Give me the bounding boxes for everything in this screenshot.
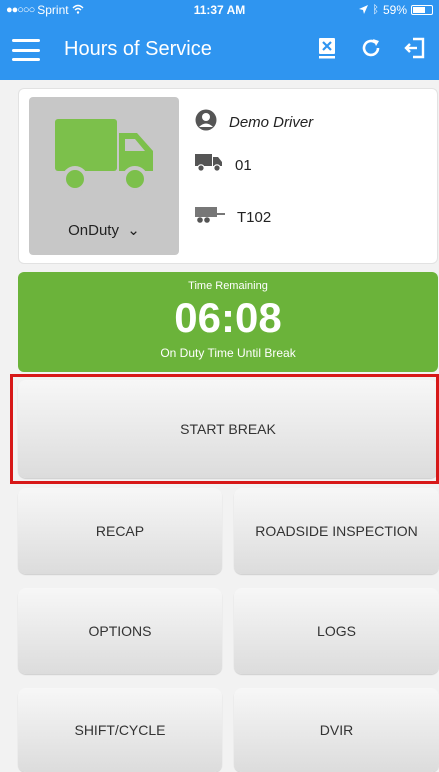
user-icon	[195, 109, 217, 135]
shift-cycle-button[interactable]: SHIFT/CYCLE	[18, 688, 222, 772]
trailer-row: T102	[195, 205, 271, 229]
time-remaining-banner: Time Remaining 06:08 On Duty Time Until …	[18, 272, 438, 372]
duty-status-selector[interactable]: OnDuty ⌄	[29, 97, 179, 255]
app-header: ●●○○○ Sprint 11:37 AM ᛒ 59% Hours of Ser…	[0, 0, 439, 80]
logs-button[interactable]: LOGS	[234, 588, 439, 674]
time-remaining-subtitle: On Duty Time Until Break	[160, 346, 296, 360]
options-button[interactable]: OPTIONS	[18, 588, 222, 674]
logout-icon[interactable]	[403, 36, 427, 60]
driver-card: OnDuty ⌄ Demo Driver 01 T102	[18, 88, 438, 264]
trailer-number: T102	[237, 208, 272, 226]
page-title: Hours of Service	[64, 38, 212, 60]
duty-status-dropdown[interactable]: OnDuty ⌄	[29, 221, 179, 239]
dvir-button[interactable]: DVIR	[234, 688, 439, 772]
driver-row: Demo Driver	[195, 109, 313, 135]
nav-actions	[315, 36, 427, 60]
truck-row: 01	[195, 153, 252, 177]
close-box-icon[interactable]	[315, 36, 339, 60]
menu-icon[interactable]	[12, 39, 40, 61]
status-bar: ●●○○○ Sprint 11:37 AM ᛒ 59%	[0, 0, 439, 22]
status-right: ᛒ 59%	[359, 3, 433, 17]
battery-percent: 59%	[382, 3, 407, 17]
driver-name: Demo Driver	[229, 113, 314, 131]
battery-icon	[411, 5, 433, 15]
trailer-icon	[195, 205, 225, 229]
duty-status-value: OnDuty	[68, 222, 119, 239]
recap-button[interactable]: RECAP	[18, 488, 222, 574]
start-break-button[interactable]: START BREAK	[18, 380, 438, 478]
time-remaining-label: Time Remaining	[188, 280, 268, 292]
roadside-inspection-button[interactable]: ROADSIDE INSPECTION	[234, 488, 439, 574]
truck-small-icon	[195, 153, 223, 177]
truck-icon	[55, 119, 153, 192]
chevron-down-icon: ⌄	[123, 222, 140, 239]
location-icon	[359, 3, 369, 17]
time-remaining-value: 06:08	[174, 294, 282, 341]
bluetooth-icon: ᛒ	[372, 4, 379, 16]
nav-bar: Hours of Service	[0, 26, 439, 76]
refresh-icon[interactable]	[359, 36, 383, 60]
truck-number: 01	[235, 156, 252, 174]
